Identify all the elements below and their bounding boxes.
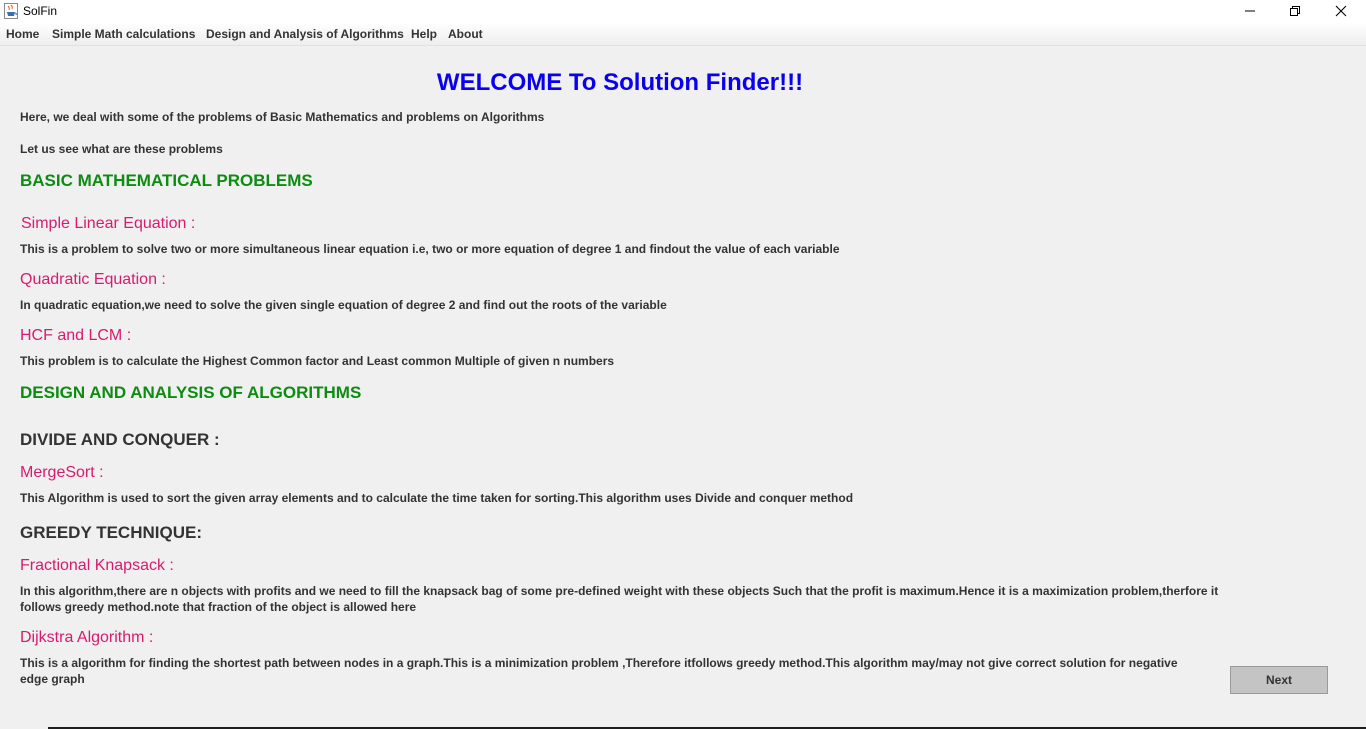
intro-text-2: Let us see what are these problems: [20, 142, 223, 156]
dijkstra-desc: This is a algorithm for finding the shor…: [20, 656, 1178, 686]
basic-math-heading: BASIC MATHEMATICAL PROBLEMS: [20, 171, 313, 190]
minimize-button[interactable]: [1227, 0, 1273, 22]
content-panel: WELCOME To Solution Finder!!! Here, we d…: [0, 46, 1366, 729]
hcf-lcm-desc: This problem is to calculate the Highest…: [20, 354, 615, 368]
menu-help[interactable]: Help: [411, 27, 437, 41]
hcf-lcm-heading: HCF and LCM :: [20, 327, 132, 344]
minimize-icon: [1245, 10, 1255, 12]
mergesort-heading: MergeSort :: [20, 464, 104, 481]
menu-simple-math[interactable]: Simple Math calculations: [52, 27, 195, 41]
welcome-title: WELCOME To Solution Finder!!!: [436, 69, 804, 96]
window-title: SolFin: [23, 4, 58, 18]
divide-conquer-heading: DIVIDE AND CONQUER :: [20, 430, 220, 449]
knapsack-heading: Fractional Knapsack :: [20, 557, 174, 574]
close-button[interactable]: [1318, 0, 1364, 22]
menu-daa[interactable]: Design and Analysis of Algorithms: [206, 27, 404, 41]
java-cup-icon: [4, 3, 18, 19]
menu-about[interactable]: About: [448, 27, 483, 41]
quadratic-equation-desc: In quadratic equation,we need to solve t…: [20, 298, 667, 312]
dijkstra-heading: Dijkstra Algorithm :: [20, 629, 154, 646]
linear-equation-desc: This is a problem to solve two or more s…: [20, 242, 840, 256]
linear-equation-heading: Simple Linear Equation :: [21, 215, 196, 232]
menu-bar: Home Simple Math calculations Design and…: [0, 22, 1366, 46]
close-icon: [1335, 5, 1347, 17]
quadratic-equation-heading: Quadratic Equation :: [20, 271, 166, 288]
app-window: SolFin Home Simple Math calculations Des…: [0, 0, 1366, 729]
title-bar: SolFin: [0, 0, 1366, 22]
intro-text: Here, we deal with some of the problems …: [20, 110, 545, 124]
greedy-heading: GREEDY TECHNIQUE:: [20, 523, 202, 542]
daa-heading: DESIGN AND ANALYSIS OF ALGORITHMS: [20, 383, 362, 402]
mergesort-desc: This Algorithm is used to sort the given…: [20, 491, 854, 505]
restore-icon: [1290, 6, 1300, 16]
knapsack-desc: In this algorithm,there are n objects wi…: [20, 584, 1219, 614]
menu-home[interactable]: Home: [6, 27, 39, 41]
restore-button[interactable]: [1272, 0, 1318, 22]
next-button[interactable]: Next: [1230, 666, 1328, 694]
